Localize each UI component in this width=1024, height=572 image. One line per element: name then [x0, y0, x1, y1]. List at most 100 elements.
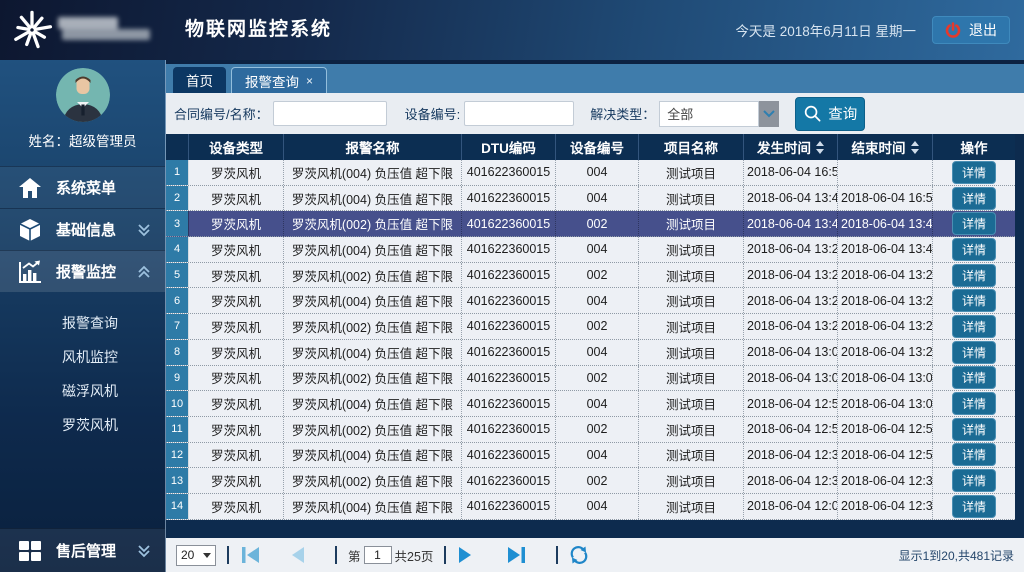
sidebar-item-label: 基础信息	[56, 219, 135, 240]
table-row[interactable]: 2 罗茨风机 罗茨风机(004) 负压值 超下限 401622360015 00…	[166, 186, 1015, 212]
end-time-cell: 2018-06-04 12:3	[838, 494, 933, 519]
project-name-cell: 测试项目	[639, 443, 744, 468]
detail-button[interactable]: 详情	[952, 366, 996, 389]
tab-close-icon[interactable]: ×	[306, 75, 313, 87]
user-profile: 姓名：超级管理员	[0, 60, 165, 150]
next-page-button[interactable]	[457, 546, 473, 564]
actions-cell: 详情	[933, 314, 1015, 339]
column-header-start-time[interactable]: 发生时间	[744, 134, 838, 160]
detail-button[interactable]: 详情	[952, 238, 996, 261]
page-prefix-label: 第	[348, 546, 361, 565]
sidebar-subitem-fan-monitor[interactable]: 风机监控	[0, 340, 165, 374]
table-row[interactable]: 5 罗茨风机 罗茨风机(002) 负压值 超下限 401622360015 00…	[166, 263, 1015, 289]
actions-cell: 详情	[933, 160, 1015, 185]
page-size-select[interactable]: 20	[176, 545, 216, 566]
detail-button[interactable]: 详情	[952, 495, 996, 518]
alarm-name-cell: 罗茨风机(002) 负压值 超下限	[284, 417, 462, 442]
query-button[interactable]: 查询	[795, 97, 865, 131]
table-row[interactable]: 1 罗茨风机 罗茨风机(004) 负压值 超下限 401622360015 00…	[166, 160, 1015, 186]
detail-button[interactable]: 详情	[952, 418, 996, 441]
device-type-cell: 罗茨风机	[189, 263, 284, 288]
start-time-cell: 2018-06-04 16:5	[744, 160, 838, 185]
device-code-label: 设备编号:	[405, 104, 461, 123]
device-code-cell: 004	[556, 494, 639, 519]
chevron-double-down-icon	[135, 543, 153, 559]
table-row[interactable]: 12 罗茨风机 罗茨风机(004) 负压值 超下限 401622360015 0…	[166, 443, 1015, 469]
alarm-name-cell: 罗茨风机(004) 负压值 超下限	[284, 186, 462, 211]
page-number-input[interactable]	[364, 546, 392, 564]
detail-button[interactable]: 详情	[952, 469, 996, 492]
device-type-cell: 罗茨风机	[189, 211, 284, 236]
detail-button[interactable]: 详情	[952, 187, 996, 210]
table-row[interactable]: 8 罗茨风机 罗茨风机(004) 负压值 超下限 401622360015 00…	[166, 340, 1015, 366]
end-time-cell: 2018-06-04 13:4	[838, 211, 933, 236]
dtu-code-cell: 401622360015	[462, 443, 556, 468]
detail-button[interactable]: 详情	[952, 161, 996, 184]
detail-button[interactable]: 详情	[952, 264, 996, 287]
start-time-cell: 2018-06-04 13:2	[744, 237, 838, 262]
sidebar-subitem-roots-fan[interactable]: 罗茨风机	[0, 408, 165, 442]
select-dropdown-button[interactable]	[759, 101, 779, 127]
detail-button[interactable]: 详情	[952, 212, 996, 235]
table-row[interactable]: 3 罗茨风机 罗茨风机(002) 负压值 超下限 401622360015 00…	[166, 211, 1015, 237]
first-page-button[interactable]	[240, 546, 261, 564]
tab-alarm-query[interactable]: 报警查询 ×	[231, 67, 327, 93]
detail-button[interactable]: 详情	[952, 392, 996, 415]
start-time-cell: 2018-06-04 13:2	[744, 288, 838, 313]
alarm-name-cell: 罗茨风机(004) 负压值 超下限	[284, 340, 462, 365]
table-row[interactable]: 13 罗茨风机 罗茨风机(002) 负压值 超下限 401622360015 0…	[166, 468, 1015, 494]
search-toolbar: 合同编号/名称： 设备编号: 解决类型： 全部 查询	[166, 93, 1024, 134]
tab-home[interactable]: 首页	[173, 67, 226, 93]
detail-button[interactable]: 详情	[952, 315, 996, 338]
detail-button[interactable]: 详情	[952, 341, 996, 364]
actions-cell: 详情	[933, 340, 1015, 365]
sidebar-subitem-alarm-query[interactable]: 报警查询	[0, 306, 165, 340]
row-number: 14	[166, 494, 189, 519]
row-number: 6	[166, 288, 189, 313]
project-name-cell: 测试项目	[639, 186, 744, 211]
refresh-button[interactable]	[569, 545, 589, 565]
sidebar-item-alarm-monitor[interactable]: 报警监控	[0, 250, 165, 292]
divider	[227, 546, 229, 564]
device-code-input[interactable]	[464, 101, 574, 126]
table-row[interactable]: 6 罗茨风机 罗茨风机(004) 负压值 超下限 401622360015 00…	[166, 288, 1015, 314]
alarm-name-cell: 罗茨风机(002) 负压值 超下限	[284, 263, 462, 288]
last-page-button[interactable]	[506, 546, 527, 564]
device-code-cell: 004	[556, 288, 639, 313]
sidebar-item-system-menu[interactable]: 系统菜单	[0, 166, 165, 208]
column-header-device-code: 设备编号	[556, 134, 639, 160]
sidebar-subitem-maglev-fan[interactable]: 磁浮风机	[0, 374, 165, 408]
alarm-monitor-submenu: 报警查询 风机监控 磁浮风机 罗茨风机	[0, 292, 165, 442]
actions-cell: 详情	[933, 494, 1015, 519]
table-row[interactable]: 14 罗茨风机 罗茨风机(004) 负压值 超下限 401622360015 0…	[166, 494, 1015, 520]
table-row[interactable]: 4 罗茨风机 罗茨风机(004) 负压值 超下限 401622360015 00…	[166, 237, 1015, 263]
app-window: 物联网监控系统 今天是 2018年6月11日 星期一 退出	[0, 0, 1024, 572]
search-icon	[803, 104, 822, 123]
logout-button[interactable]: 退出	[932, 16, 1010, 44]
actions-cell: 详情	[933, 443, 1015, 468]
sidebar-item-basic-info[interactable]: 基础信息	[0, 208, 165, 250]
actions-cell: 详情	[933, 211, 1015, 236]
contract-input[interactable]	[273, 101, 387, 126]
sidebar-item-after-sales[interactable]: 售后管理	[0, 528, 165, 572]
chart-icon	[16, 259, 44, 285]
start-time-cell: 2018-06-04 12:3	[744, 443, 838, 468]
dtu-code-cell: 401622360015	[462, 186, 556, 211]
solve-type-select[interactable]: 全部	[659, 101, 759, 127]
table-row[interactable]: 9 罗茨风机 罗茨风机(002) 负压值 超下限 401622360015 00…	[166, 366, 1015, 392]
table-row[interactable]: 10 罗茨风机 罗茨风机(004) 负压值 超下限 401622360015 0…	[166, 391, 1015, 417]
prev-page-button[interactable]	[290, 546, 306, 564]
table-row[interactable]: 7 罗茨风机 罗茨风机(002) 负压值 超下限 401622360015 00…	[166, 314, 1015, 340]
detail-button[interactable]: 详情	[952, 443, 996, 466]
dtu-code-cell: 401622360015	[462, 288, 556, 313]
table-row[interactable]: 11 罗茨风机 罗茨风机(002) 负压值 超下限 401622360015 0…	[166, 417, 1015, 443]
project-name-cell: 测试项目	[639, 417, 744, 442]
project-name-cell: 测试项目	[639, 391, 744, 416]
detail-button[interactable]: 详情	[952, 289, 996, 312]
chevron-double-up-icon	[135, 264, 153, 280]
tab-label: 报警查询	[245, 71, 299, 91]
device-type-cell: 罗茨风机	[189, 314, 284, 339]
start-time-cell: 2018-06-04 12:0	[744, 494, 838, 519]
actions-cell: 详情	[933, 366, 1015, 391]
column-header-end-time[interactable]: 结束时间	[838, 134, 933, 160]
